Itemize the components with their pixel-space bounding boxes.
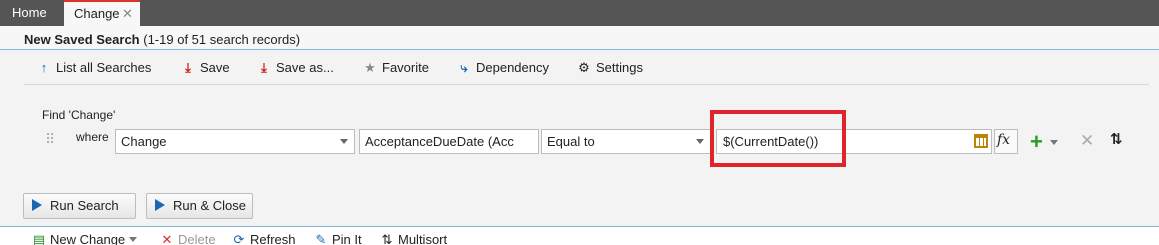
play-icon	[32, 199, 42, 211]
tab-home[interactable]: Home	[12, 0, 47, 26]
run-search-button[interactable]: Run Search	[23, 193, 136, 219]
settings-label: Settings	[596, 60, 643, 75]
remove-criteria-icon[interactable]: ✕	[1080, 131, 1094, 151]
multisort-label: Multisort	[398, 232, 448, 245]
sort-icon[interactable]: ⇅	[1110, 130, 1123, 148]
refresh-icon: ⟳	[233, 232, 245, 245]
save-button[interactable]: ⤓ Save	[180, 56, 230, 80]
find-label: Find 'Change'	[42, 108, 116, 122]
entity-select[interactable]: Change	[115, 129, 355, 154]
save-as-button[interactable]: ⤓ Save as...	[256, 56, 334, 80]
tab-bar: Home Change ✕	[0, 0, 1159, 28]
where-label: where	[76, 130, 109, 144]
star-icon: ★	[364, 60, 376, 75]
multisort-button[interactable]: ⇅ Multisort	[380, 232, 448, 245]
page-title: New Saved Search (1-19 of 51 search reco…	[24, 32, 300, 47]
download-icon: ⤓	[185, 60, 191, 75]
entity-select-value: Change	[121, 134, 167, 149]
search-toolbar: ↑ List all Searches ⤓ Save ⤓ Save as... ★ Fa…	[24, 56, 1149, 80]
refresh-button[interactable]: ⟳ Refresh	[232, 232, 296, 245]
operator-select-value: Equal to	[547, 134, 595, 149]
close-icon[interactable]: ✕	[122, 2, 133, 26]
chevron-down-icon	[696, 139, 704, 144]
run-close-button[interactable]: Run & Close	[146, 193, 253, 219]
chevron-down-icon[interactable]	[1050, 140, 1058, 145]
dependency-icon: ⤷	[460, 60, 468, 75]
save-as-label: Save as...	[276, 60, 334, 75]
add-criteria-icon[interactable]: +	[1030, 129, 1043, 154]
tab-change-label: Change	[74, 6, 120, 21]
delete-icon: ✕	[161, 232, 173, 245]
field-select-value: AcceptanceDueDate (Acc	[365, 134, 514, 149]
new-change-button[interactable]: ▤ New Change	[32, 232, 138, 245]
settings-button[interactable]: ⚙ Settings	[576, 56, 643, 80]
tab-change[interactable]: Change ✕	[64, 0, 140, 28]
list-all-searches-button[interactable]: ↑ List all Searches	[36, 56, 152, 80]
record-count: (1-19 of 51 search records)	[143, 32, 301, 47]
toolbar-divider	[24, 84, 1149, 85]
favorite-button[interactable]: ★ Favorite	[362, 56, 429, 80]
save-label: Save	[200, 60, 230, 75]
play-icon	[155, 199, 165, 211]
sort-icon: ⇅	[381, 232, 393, 245]
arrow-up-icon: ↑	[40, 60, 48, 75]
calendar-icon[interactable]	[974, 134, 988, 148]
results-toolbar: ▤ New Change ✕ Delete ⟳ Refresh ✎ Pin It ⇅ Mu…	[0, 226, 1159, 245]
favorite-label: Favorite	[382, 60, 429, 75]
search-header: New Saved Search (1-19 of 51 search reco…	[0, 26, 1159, 50]
function-icon[interactable]: fx	[997, 132, 1010, 148]
drag-handle-icon[interactable]	[46, 132, 54, 144]
search-title: New Saved Search	[24, 32, 140, 47]
dependency-label: Dependency	[476, 60, 549, 75]
chevron-down-icon	[129, 237, 138, 242]
list-all-searches-label: List all Searches	[56, 60, 152, 75]
dependency-button[interactable]: ⤷ Dependency	[456, 56, 549, 80]
pin-it-button[interactable]: ✎ Pin It	[314, 232, 362, 245]
delete-label: Delete	[178, 232, 216, 245]
delete-button[interactable]: ✕ Delete	[160, 232, 216, 245]
chevron-down-icon	[340, 139, 348, 144]
pin-it-label: Pin It	[332, 232, 362, 245]
run-search-label: Run Search	[50, 198, 119, 213]
operator-select[interactable]: Equal to	[541, 129, 711, 154]
download-icon: ⤓	[261, 60, 267, 75]
field-select[interactable]: AcceptanceDueDate (Acc	[359, 129, 539, 154]
refresh-label: Refresh	[250, 232, 296, 245]
new-record-icon: ▤	[32, 232, 46, 245]
run-close-label: Run & Close	[173, 198, 246, 213]
criteria-value-input[interactable]	[716, 129, 992, 154]
new-change-label: New Change	[50, 232, 126, 245]
pin-icon: ✎	[315, 232, 327, 245]
gear-icon: ⚙	[578, 60, 590, 75]
search-panel: ↑ List all Searches ⤓ Save ⤓ Save as... ★ Fa…	[0, 50, 1159, 226]
